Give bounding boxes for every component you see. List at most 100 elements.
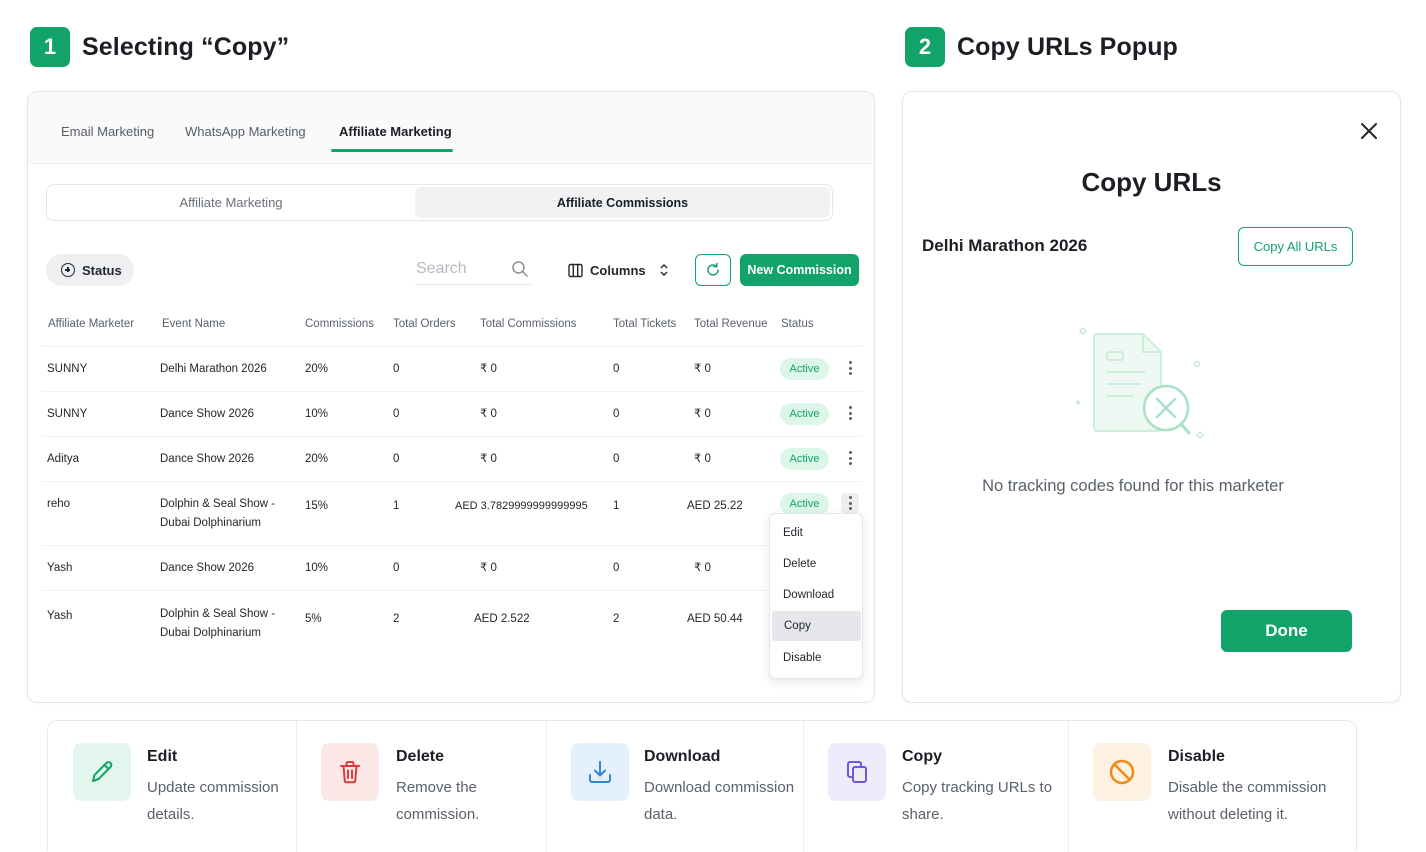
- legend-item-edit: Edit Update commission details.: [73, 721, 297, 852]
- menu-item-edit[interactable]: Edit: [771, 518, 862, 548]
- step-1-header: 1 Selecting “Copy”: [30, 27, 289, 67]
- legend-description: Update commission details.: [147, 774, 279, 828]
- cell-revenue: ₹ 0: [694, 562, 711, 574]
- divider: [42, 346, 862, 347]
- cell-commission: 5%: [305, 613, 322, 625]
- cell-total-commissions: AED 3.7829999999999995: [455, 500, 588, 512]
- divider: [42, 545, 767, 546]
- status-filter-button[interactable]: Status: [46, 254, 134, 286]
- step-title: Copy URLs Popup: [957, 32, 1178, 61]
- cell-event: Dance Show 2026: [160, 453, 254, 465]
- col-header-total-commissions[interactable]: Total Commissions: [480, 318, 577, 330]
- cell-tickets: 0: [613, 562, 620, 574]
- step-number: 2: [905, 27, 945, 67]
- legend-title: Download: [644, 748, 721, 765]
- cell-revenue: ₹ 0: [694, 408, 711, 420]
- col-header-commissions[interactable]: Commissions: [305, 318, 374, 330]
- col-header-status[interactable]: Status: [781, 318, 814, 330]
- legend-desc-line: share.: [902, 806, 944, 823]
- row-menu-button[interactable]: [841, 358, 859, 378]
- cell-event-line2: Dubai Dolphinarium: [160, 517, 261, 529]
- affiliate-commissions-panel: Email Marketing WhatsApp Marketing Affil…: [27, 91, 875, 703]
- top-tab-bar: Email Marketing WhatsApp Marketing Affil…: [28, 92, 874, 164]
- cell-marketer: Yash: [47, 610, 73, 622]
- legend-desc-line: Copy tracking URLs to: [902, 779, 1053, 796]
- popup-title: Copy URLs: [1081, 167, 1222, 197]
- copy-all-urls-button[interactable]: Copy All URLs: [1238, 227, 1353, 266]
- search-icon: [512, 261, 528, 277]
- legend-title: Edit: [147, 748, 178, 765]
- download-icon: [571, 743, 629, 801]
- cell-marketer: SUNNY: [47, 363, 88, 375]
- cell-marketer: reho: [47, 498, 71, 510]
- legend-description: Download commission data.: [644, 774, 794, 828]
- col-header-total-revenue[interactable]: Total Revenue: [694, 318, 768, 330]
- columns-button[interactable]: Columns: [568, 258, 670, 282]
- close-icon[interactable]: [1358, 120, 1380, 142]
- cell-orders: 0: [393, 408, 400, 420]
- cell-commission: 10%: [305, 408, 329, 420]
- divider: [42, 481, 862, 482]
- step-2-header: 2 Copy URLs Popup: [905, 27, 1178, 67]
- tab-email-marketing[interactable]: Email Marketing: [61, 124, 154, 139]
- tab-whatsapp-marketing[interactable]: WhatsApp Marketing: [185, 124, 306, 139]
- menu-item-download[interactable]: Download: [771, 580, 862, 610]
- cell-event: Dance Show 2026: [160, 562, 254, 574]
- col-header-total-tickets[interactable]: Total Tickets: [613, 318, 676, 330]
- col-header-total-orders[interactable]: Total Orders: [393, 318, 456, 330]
- row-menu-button[interactable]: [841, 448, 859, 468]
- status-badge: Active: [780, 403, 829, 425]
- menu-item-delete[interactable]: Delete: [771, 549, 862, 579]
- legend-title: Disable: [1168, 748, 1225, 765]
- status-badge: Active: [780, 493, 829, 515]
- legend-item-copy: Copy Copy tracking URLs to share.: [828, 721, 1068, 852]
- divider: [42, 391, 862, 392]
- legend-title: Copy: [902, 748, 942, 765]
- legend-desc-line: without deleting it.: [1168, 806, 1289, 823]
- search-input[interactable]: Search: [415, 257, 531, 285]
- columns-label: Columns: [590, 262, 646, 278]
- cell-marketer: Aditya: [47, 453, 79, 465]
- cell-revenue: ₹ 0: [694, 453, 711, 465]
- cell-marketer: Yash: [47, 562, 73, 574]
- cell-tickets: 0: [613, 363, 620, 375]
- tab-affiliate-marketing[interactable]: Affiliate Marketing: [339, 124, 452, 139]
- cell-commission: 15%: [305, 500, 329, 512]
- segment-affiliate-marketing[interactable]: Affiliate Marketing: [47, 185, 415, 220]
- active-tab-indicator: [331, 149, 453, 152]
- legend-description: Disable the commission without deleting …: [1168, 774, 1326, 828]
- row-menu-button[interactable]: [841, 493, 859, 513]
- cell-orders: 0: [393, 453, 400, 465]
- chevron-up-down-icon: [660, 264, 668, 276]
- legend-item-download: Download Download commission data.: [571, 721, 801, 852]
- step-number: 1: [30, 27, 70, 67]
- menu-item-disable[interactable]: Disable: [771, 643, 862, 673]
- segment-affiliate-commissions[interactable]: Affiliate Commissions: [415, 187, 830, 218]
- new-commission-button[interactable]: New Commission: [740, 254, 859, 286]
- legend-title: Delete: [396, 748, 445, 765]
- cell-revenue: ₹ 0: [694, 363, 711, 375]
- cell-revenue: AED 25.22: [687, 500, 743, 512]
- columns-icon: [568, 263, 583, 277]
- cell-commission: 20%: [305, 453, 329, 465]
- divider: [296, 721, 297, 852]
- col-header-affiliate-marketer[interactable]: Affiliate Marketer: [48, 318, 134, 330]
- legend-desc-line: Remove the: [396, 779, 477, 796]
- copy-urls-popup: Copy URLs Delhi Marathon 2026 Copy All U…: [902, 91, 1401, 703]
- row-menu-button[interactable]: [841, 403, 859, 423]
- legend-item-delete: Delete Remove the commission.: [321, 721, 545, 852]
- done-button[interactable]: Done: [1221, 610, 1352, 652]
- legend-desc-line: data.: [644, 806, 678, 823]
- refresh-button[interactable]: [695, 254, 731, 286]
- segmented-control: Affiliate Marketing Affiliate Commission…: [46, 184, 833, 221]
- legend-desc-line: Update commission: [147, 779, 279, 796]
- row-action-menu: Edit Delete Download Copy Disable: [769, 513, 863, 679]
- cell-commission: 10%: [305, 562, 329, 574]
- menu-item-copy[interactable]: Copy: [772, 611, 861, 641]
- legend-desc-line: commission.: [396, 806, 480, 823]
- popup-event-name: Delhi Marathon 2026: [922, 236, 1088, 255]
- status-badge: Active: [780, 448, 829, 470]
- divider: [42, 590, 767, 591]
- divider: [42, 436, 862, 437]
- col-header-event-name[interactable]: Event Name: [162, 318, 225, 330]
